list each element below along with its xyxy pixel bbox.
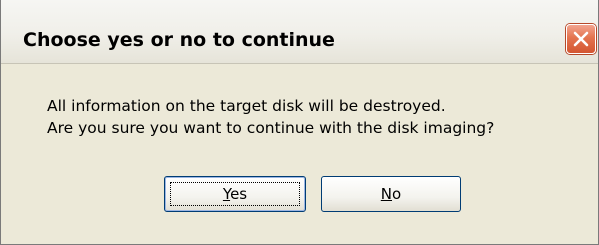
message-line-1: All information on the target disk will … (47, 97, 446, 115)
message-line-2: Are you sure you want to continue with t… (47, 119, 495, 137)
title-bar[interactable]: Choose yes or no to continue (1, 0, 598, 64)
no-button-label: No (381, 185, 401, 203)
yes-label-rest: es (230, 185, 248, 203)
no-button[interactable]: No (321, 176, 461, 212)
dialog-window: Choose yes or no to continue All informa… (0, 0, 599, 245)
yes-button[interactable]: Yes (164, 176, 306, 212)
yes-button-label: Yes (223, 185, 247, 203)
close-button[interactable] (566, 24, 596, 54)
no-mnemonic: N (380, 185, 393, 203)
dialog-title: Choose yes or no to continue (23, 29, 335, 51)
close-icon (573, 31, 589, 47)
dialog-message: All information on the target disk will … (47, 95, 494, 139)
yes-mnemonic: Y (222, 185, 231, 203)
no-label-rest: o (392, 185, 402, 203)
